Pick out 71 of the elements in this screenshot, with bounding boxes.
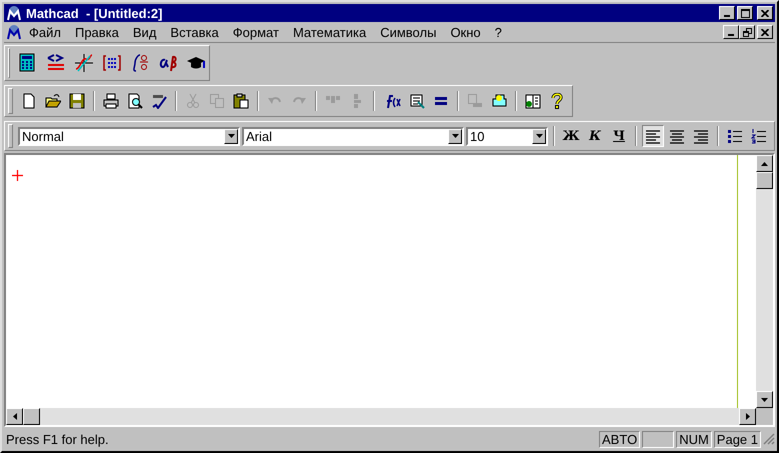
align-center-icon bbox=[669, 128, 685, 144]
close-icon bbox=[761, 28, 769, 36]
menu-item[interactable]: Окно bbox=[443, 24, 488, 40]
window-title: Mathcad - [Untitled:2] bbox=[26, 6, 162, 20]
clipboard-icon bbox=[233, 93, 249, 109]
dropdown-arrow-icon bbox=[536, 134, 542, 138]
align-left-icon bbox=[645, 128, 661, 144]
copy-icon bbox=[209, 93, 225, 109]
comparison-icon bbox=[46, 53, 66, 73]
close-button[interactable] bbox=[757, 25, 773, 39]
numbered-list-icon bbox=[751, 128, 767, 144]
spell-check-icon bbox=[151, 93, 167, 109]
greek-letters-icon bbox=[158, 53, 178, 73]
minimize-button[interactable] bbox=[723, 25, 739, 39]
status-text: Press F1 for help. bbox=[5, 432, 110, 446]
maximize-button[interactable] bbox=[737, 6, 753, 20]
up-arrow-icon bbox=[761, 162, 768, 166]
menu-item[interactable]: Вставка bbox=[163, 24, 226, 40]
left-arrow-icon bbox=[12, 413, 16, 420]
minimize-icon bbox=[728, 34, 734, 36]
close-button[interactable] bbox=[757, 6, 773, 20]
bullet-list-icon bbox=[727, 128, 743, 144]
restore-icon bbox=[742, 28, 752, 36]
help-icon bbox=[549, 93, 565, 109]
crosshair-cursor-icon bbox=[12, 170, 23, 181]
maximize-icon bbox=[740, 8, 750, 18]
align-right-icon bbox=[693, 128, 709, 144]
down-arrow-icon bbox=[761, 398, 768, 402]
scroll-up-button[interactable] bbox=[756, 155, 773, 172]
menu-item[interactable]: Правка bbox=[68, 24, 126, 40]
book-icon bbox=[525, 93, 541, 109]
menu-item[interactable]: Символы bbox=[373, 24, 444, 40]
link-icon bbox=[467, 93, 483, 109]
scroll-left-button[interactable] bbox=[6, 408, 23, 425]
menu-item[interactable]: Вид bbox=[126, 24, 164, 40]
restore-button[interactable] bbox=[739, 25, 755, 39]
new-document-icon bbox=[21, 93, 37, 109]
matrix-icon bbox=[102, 53, 122, 73]
align-left-button[interactable] bbox=[642, 125, 664, 147]
dropdown-arrow-icon bbox=[452, 134, 458, 138]
menu-item[interactable]: Математика bbox=[286, 24, 374, 40]
status-pane: ABTO bbox=[599, 430, 640, 448]
menu-item[interactable]: Файл bbox=[22, 24, 68, 40]
folder-icon bbox=[45, 93, 61, 109]
status-pane: Page 1 bbox=[714, 430, 761, 448]
menu-item[interactable]: Формат bbox=[226, 24, 286, 40]
font-size-dropdown[interactable]: 10 bbox=[466, 126, 548, 146]
empty-status-pane bbox=[642, 430, 674, 448]
minimize-button[interactable] bbox=[719, 6, 735, 20]
font-dropdown[interactable]: Arial bbox=[242, 126, 464, 146]
scroll-thumb[interactable] bbox=[23, 408, 40, 425]
vertical-scrollbar[interactable] bbox=[756, 155, 773, 408]
minimize-icon bbox=[724, 15, 730, 17]
status-pane: NUM bbox=[676, 430, 712, 448]
resize-grip-icon bbox=[763, 433, 775, 445]
style-dropdown[interactable]: Normal bbox=[18, 126, 240, 146]
graph-icon bbox=[74, 53, 94, 73]
app-logo-icon bbox=[6, 5, 22, 21]
dropdown-arrow-icon bbox=[228, 134, 234, 138]
scroll-thumb[interactable] bbox=[756, 172, 773, 189]
right-arrow-icon bbox=[746, 413, 750, 420]
horizontal-scrollbar[interactable] bbox=[6, 408, 756, 425]
scissors-icon bbox=[185, 93, 201, 109]
close-icon bbox=[761, 10, 769, 16]
printer-icon bbox=[103, 93, 119, 109]
scroll-right-button[interactable] bbox=[739, 408, 756, 425]
menu-item[interactable]: ? bbox=[488, 24, 509, 40]
magnifier-page-icon bbox=[127, 93, 143, 109]
scroll-down-button[interactable] bbox=[756, 391, 773, 408]
integral-icon bbox=[130, 53, 150, 73]
document-logo-icon bbox=[6, 24, 22, 40]
